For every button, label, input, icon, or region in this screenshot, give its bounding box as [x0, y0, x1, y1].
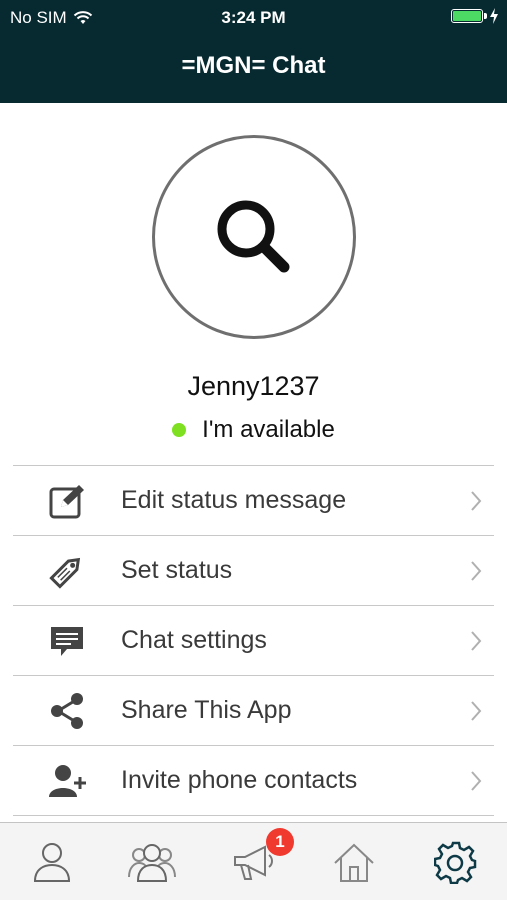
tab-bar: 1 [0, 822, 507, 900]
chevron-right-icon [471, 701, 482, 721]
presence-status: I'm available [0, 416, 507, 444]
group-icon [128, 844, 176, 882]
chevron-right-icon [471, 771, 482, 791]
tab-home[interactable] [329, 837, 379, 887]
menu-item-label: Invite phone contacts [121, 766, 358, 794]
status-bar: No SIM 3:24 PM [0, 0, 507, 34]
menu-item-set-status[interactable]: Set status [13, 536, 494, 606]
search-icon [217, 200, 290, 273]
edit-icon [47, 483, 87, 519]
menu-item-label: Chat settings [121, 626, 267, 654]
menu-item-label: Set status [121, 556, 233, 584]
tab-groups[interactable] [127, 837, 177, 887]
menu-item-share-app[interactable]: Share This App [13, 676, 494, 746]
profile-menu: Edit status message Set status Chat sett… [13, 465, 494, 816]
chat-bubble-icon [47, 623, 87, 659]
chevron-right-icon [471, 631, 482, 651]
menu-item-label: Share This App [121, 696, 292, 724]
add-contact-icon [47, 763, 87, 799]
profile-avatar[interactable] [152, 135, 356, 339]
person-icon [33, 843, 71, 882]
presence-dot [172, 423, 187, 437]
tab-settings[interactable] [431, 837, 481, 887]
notification-badge: 1 [266, 828, 294, 856]
tag-icon [47, 553, 87, 589]
share-icon [47, 693, 87, 729]
chevron-right-icon [471, 491, 482, 511]
home-icon [334, 843, 374, 882]
status-right [451, 8, 499, 24]
menu-item-chat-settings[interactable]: Chat settings [13, 606, 494, 676]
presence-label: I'm available [202, 416, 335, 443]
menu-item-label: Edit status message [121, 486, 347, 514]
status-time: 3:24 PM [221, 8, 286, 27]
page-title: =MGN= Chat [181, 52, 326, 79]
gear-icon [434, 841, 477, 884]
app-header: No SIM 3:24 PM =MGN= Chat [0, 0, 507, 103]
tab-contacts[interactable] [27, 837, 77, 887]
battery-icon [451, 9, 487, 23]
charging-icon [490, 8, 498, 24]
profile-username: Jenny1237 [187, 371, 320, 401]
menu-item-edit-status[interactable]: Edit status message [13, 466, 494, 536]
chevron-right-icon [471, 561, 482, 581]
menu-item-invite-contacts[interactable]: Invite phone contacts [13, 746, 494, 816]
